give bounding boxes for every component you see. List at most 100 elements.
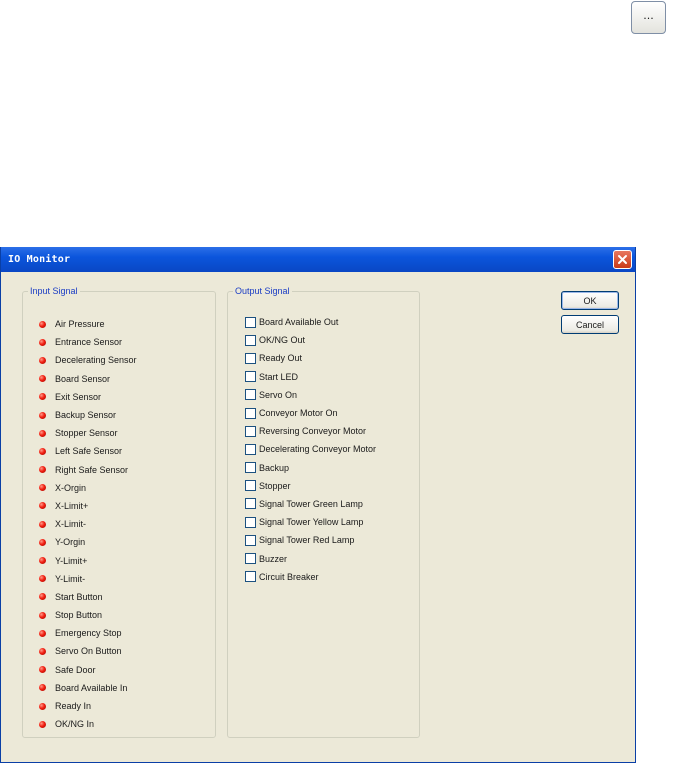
input-signal-label: Y-Limit+ xyxy=(55,555,88,566)
output-signal-item[interactable]: Decelerating Conveyor Motor xyxy=(245,440,376,458)
output-signal-checkbox[interactable] xyxy=(245,389,256,401)
output-signal-label: Ready Out xyxy=(259,353,303,364)
input-signal-item: Ready In xyxy=(39,697,137,715)
input-signal-item: X-Orgin xyxy=(39,479,137,497)
input-signal-item: Y-Limit+ xyxy=(39,551,137,569)
output-signal-checkbox[interactable] xyxy=(245,462,256,474)
red-led-icon xyxy=(39,538,46,546)
input-signal-item: Safe Door xyxy=(39,661,137,679)
red-led-icon xyxy=(39,720,46,728)
red-led-icon xyxy=(39,502,46,510)
output-signal-item[interactable]: Reversing Conveyor Motor xyxy=(245,422,376,440)
output-signal-item[interactable]: Start LED xyxy=(245,368,376,386)
input-signal-label: Board Sensor xyxy=(55,373,111,384)
output-signal-label: Conveyor Motor On xyxy=(259,408,338,419)
red-led-icon xyxy=(39,557,46,565)
output-signal-item[interactable]: Ready Out xyxy=(245,349,376,367)
cancel-button[interactable]: Cancel xyxy=(561,315,619,334)
window-title: IO Monitor xyxy=(8,254,71,265)
input-signal-label: Decelerating Sensor xyxy=(55,355,137,366)
output-signal-item[interactable]: Backup xyxy=(245,459,376,477)
red-led-icon xyxy=(39,466,46,474)
close-icon xyxy=(618,255,627,264)
red-led-icon xyxy=(39,447,46,455)
red-led-icon xyxy=(39,629,46,637)
red-led-icon xyxy=(39,411,46,419)
browse-button[interactable]: ... xyxy=(631,1,666,34)
red-led-icon xyxy=(39,611,46,619)
input-signal-label: Y-Limit- xyxy=(55,573,86,584)
input-signal-label: Y-Orgin xyxy=(55,537,86,548)
output-signal-checkbox[interactable] xyxy=(245,316,256,328)
input-signal-item: Board Available In xyxy=(39,679,137,697)
output-signal-checkbox[interactable] xyxy=(245,352,256,364)
red-led-icon xyxy=(39,393,46,401)
ok-button[interactable]: OK xyxy=(561,291,619,310)
input-signal-label: Left Safe Sensor xyxy=(55,446,123,457)
red-led-icon xyxy=(39,666,46,674)
output-signal-label: Signal Tower Red Lamp xyxy=(259,535,355,546)
output-signal-item[interactable]: Stopper xyxy=(245,477,376,495)
input-signal-group: Input Signal Air Pressure Entrance Sensor… xyxy=(22,285,216,738)
input-signal-item: Entrance Sensor xyxy=(39,333,137,351)
output-signal-checkbox[interactable] xyxy=(245,553,256,565)
input-signal-label: X-Orgin xyxy=(55,482,87,493)
output-signal-label: Start LED xyxy=(259,371,299,382)
output-signal-item[interactable]: Conveyor Motor On xyxy=(245,404,376,422)
output-signal-checkbox[interactable] xyxy=(245,516,256,528)
input-signal-label: Emergency Stop xyxy=(55,628,122,639)
input-signal-item: Decelerating Sensor xyxy=(39,351,137,369)
output-signal-checkbox[interactable] xyxy=(245,425,256,437)
output-signal-label: Stopper xyxy=(259,480,291,491)
input-signal-label: Safe Door xyxy=(55,664,96,675)
red-led-icon xyxy=(39,647,46,655)
red-led-icon xyxy=(39,593,46,601)
red-led-icon xyxy=(39,375,46,383)
output-signal-checkbox[interactable] xyxy=(245,498,256,510)
output-signal-label: Signal Tower Green Lamp xyxy=(259,498,363,509)
input-signal-label: Stopper Sensor xyxy=(55,428,118,439)
output-signal-list: Board Available Out OK/NG Out Ready Out Sta… xyxy=(245,313,376,586)
output-signal-label: Decelerating Conveyor Motor xyxy=(259,444,377,455)
output-signal-item[interactable]: Signal Tower Yellow Lamp xyxy=(245,513,376,531)
output-signal-item[interactable]: Servo On xyxy=(245,386,376,404)
red-led-icon xyxy=(39,320,46,328)
input-signal-list: Air Pressure Entrance Sensor Decelerating … xyxy=(39,315,137,733)
input-signal-legend: Input Signal xyxy=(28,285,80,297)
output-signal-item[interactable]: OK/NG Out xyxy=(245,331,376,349)
input-signal-item: Right Safe Sensor xyxy=(39,461,137,479)
input-signal-item: Stop Button xyxy=(39,606,137,624)
output-signal-checkbox[interactable] xyxy=(245,371,256,383)
title-bar[interactable]: IO Monitor xyxy=(1,247,635,272)
input-signal-label: Backup Sensor xyxy=(55,410,117,421)
input-signal-label: Exit Sensor xyxy=(55,391,102,402)
input-signal-item: X-Limit- xyxy=(39,515,137,533)
output-signal-item[interactable]: Buzzer xyxy=(245,549,376,567)
input-signal-item: Left Safe Sensor xyxy=(39,442,137,460)
input-signal-item: Y-Orgin xyxy=(39,533,137,551)
input-signal-item: Emergency Stop xyxy=(39,624,137,642)
input-signal-label: Board Available In xyxy=(55,682,128,693)
output-signal-label: OK/NG Out xyxy=(259,335,306,346)
output-signal-checkbox[interactable] xyxy=(245,571,256,583)
input-signal-item: Y-Limit- xyxy=(39,570,137,588)
output-signal-legend: Output Signal xyxy=(233,285,292,297)
input-signal-item: Backup Sensor xyxy=(39,406,137,424)
output-signal-item[interactable]: Circuit Breaker xyxy=(245,568,376,586)
red-led-icon xyxy=(39,520,46,528)
output-signal-checkbox[interactable] xyxy=(245,534,256,546)
io-monitor-dialog: IO Monitor Input Signal Air Pressure Entr… xyxy=(0,247,636,763)
input-signal-label: Start Button xyxy=(55,591,103,602)
output-signal-checkbox[interactable] xyxy=(245,407,256,419)
output-signal-checkbox[interactable] xyxy=(245,443,256,455)
close-button[interactable] xyxy=(613,250,632,269)
output-signal-checkbox[interactable] xyxy=(245,334,256,346)
output-signal-label: Buzzer xyxy=(259,553,288,564)
red-led-icon xyxy=(39,338,46,346)
output-signal-item[interactable]: Signal Tower Green Lamp xyxy=(245,495,376,513)
output-signal-checkbox[interactable] xyxy=(245,480,256,492)
output-signal-item[interactable]: Signal Tower Red Lamp xyxy=(245,531,376,549)
input-signal-item: Exit Sensor xyxy=(39,388,137,406)
output-signal-item[interactable]: Board Available Out xyxy=(245,313,376,331)
input-signal-item: Start Button xyxy=(39,588,137,606)
